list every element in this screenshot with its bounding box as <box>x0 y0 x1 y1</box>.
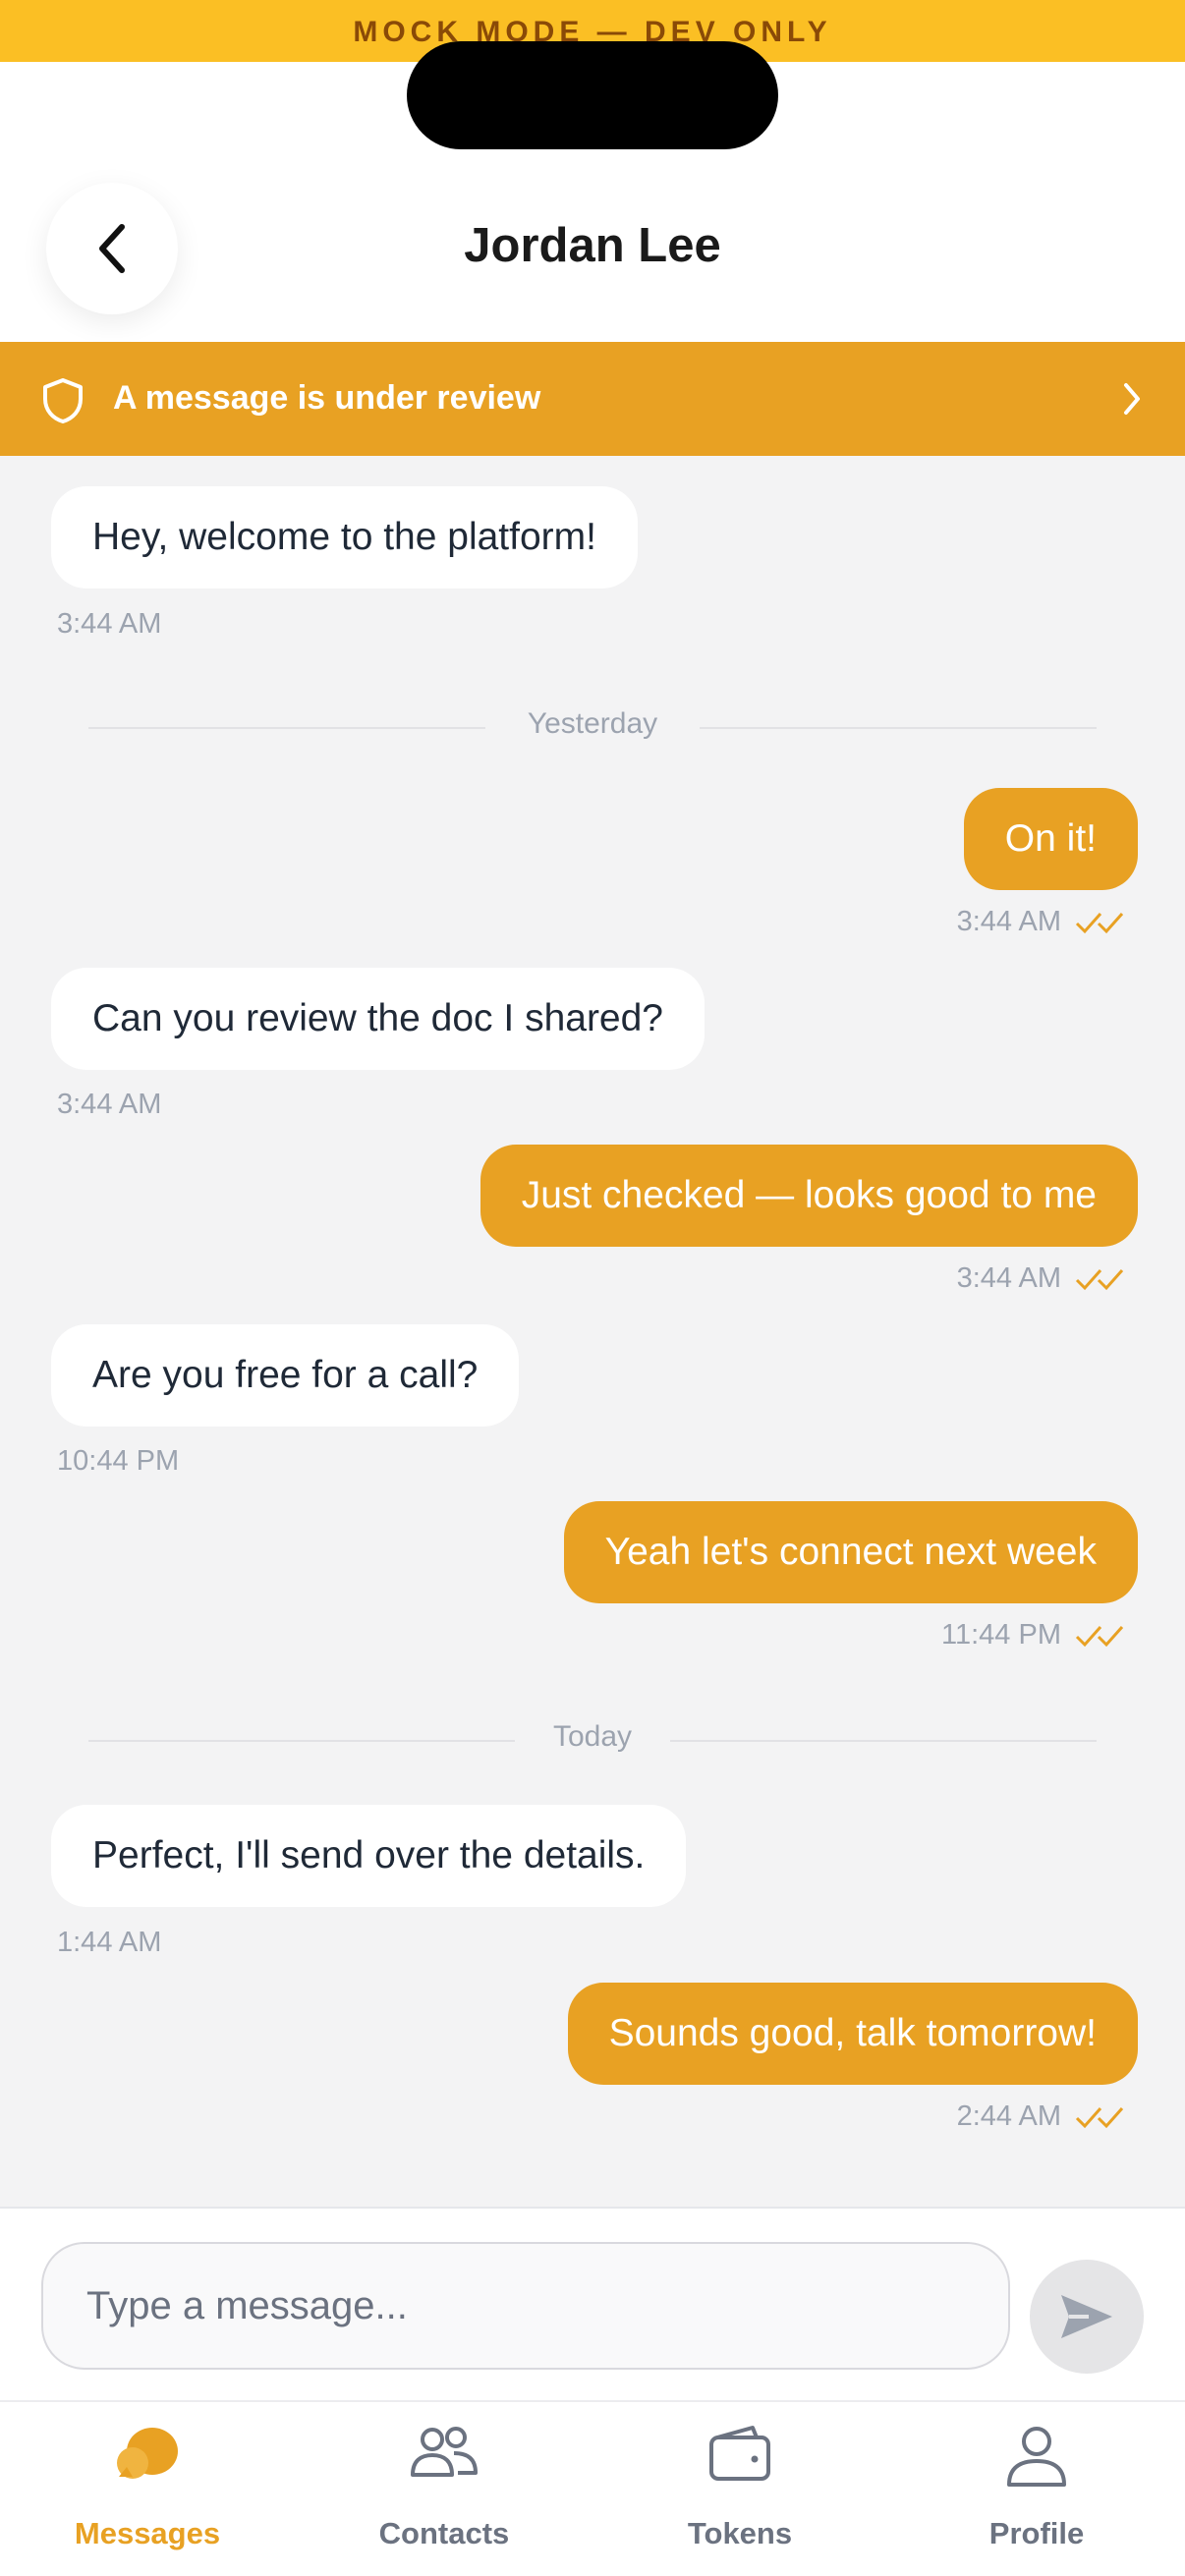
message-composer: Type a message... <box>0 2207 1185 2400</box>
outgoing-message-bubble[interactable]: Just checked — looks good to me <box>480 1145 1138 1247</box>
incoming-message-bubble[interactable]: Are you free for a call? <box>51 1324 520 1427</box>
message-input[interactable]: Type a message... <box>41 2242 1010 2370</box>
tab-label: Tokens <box>687 2516 793 2550</box>
double-check-icon <box>1075 912 1124 933</box>
date-divider-label: Today <box>552 1720 633 1753</box>
outgoing-message-bubble[interactable]: Yeah let's connect next week <box>563 1501 1138 1603</box>
message-meta: 11:44 PM <box>941 1619 1128 1652</box>
tab-tokens[interactable]: Tokens <box>592 2402 887 2576</box>
message-meta: 3:44 AM <box>957 906 1128 938</box>
chat-bubble-icon <box>117 2428 178 2479</box>
message-timestamp: 11:44 PM <box>941 1619 1061 1651</box>
double-check-icon <box>1075 1268 1124 1290</box>
contacts-icon <box>411 2427 478 2477</box>
send-icon <box>1061 2295 1112 2338</box>
incoming-message-bubble[interactable]: Can you review the doc I shared? <box>51 968 705 1070</box>
incoming-message-bubble[interactable]: Hey, welcome to the platform! <box>51 486 638 588</box>
tab-label: Profile <box>988 2516 1085 2550</box>
profile-icon <box>1007 2427 1066 2487</box>
review-banner-text: A message is under review <box>113 379 541 417</box>
message-timestamp: 10:44 PM <box>57 1445 180 1477</box>
tab-messages[interactable]: Messages <box>0 2402 295 2576</box>
send-button[interactable] <box>1030 2260 1144 2374</box>
date-divider-yesterday: Yesterday <box>88 707 1097 747</box>
message-meta: 3:44 AM <box>957 1262 1128 1295</box>
message-timestamp: 2:44 AM <box>956 2100 1061 2132</box>
contact-name-title: Jordan Lee <box>464 219 721 272</box>
double-check-icon <box>1075 1625 1124 1647</box>
review-banner[interactable]: A message is under review <box>0 342 1185 456</box>
shield-icon <box>43 378 83 423</box>
message-timestamp: 3:44 AM <box>57 608 162 640</box>
message-timestamp: 3:44 AM <box>956 906 1061 937</box>
message-meta: 2:44 AM <box>957 2100 1128 2133</box>
incoming-message-bubble[interactable]: Perfect, I'll send over the details. <box>51 1805 687 1907</box>
double-check-icon <box>1075 2106 1124 2128</box>
chevron-right-icon <box>1124 383 1140 415</box>
camera-notch <box>407 41 778 149</box>
outgoing-message-bubble[interactable]: On it! <box>963 788 1138 890</box>
tab-label: Contacts <box>378 2516 510 2550</box>
tab-profile[interactable]: Profile <box>889 2402 1184 2576</box>
outgoing-message-bubble[interactable]: Sounds good, talk tomorrow! <box>567 1983 1138 2085</box>
tab-label: Messages <box>74 2516 221 2550</box>
bottom-tab-bar: Messages Contacts Tokens Profile <box>0 2400 1185 2576</box>
date-divider-label: Yesterday <box>527 707 658 740</box>
message-timestamp: 3:44 AM <box>956 1262 1061 1294</box>
wallet-icon <box>709 2426 770 2481</box>
message-timestamp: 1:44 AM <box>57 1927 162 1958</box>
date-divider-today: Today <box>88 1720 1097 1760</box>
tab-contacts[interactable]: Contacts <box>297 2402 592 2576</box>
message-timestamp: 3:44 AM <box>57 1089 162 1120</box>
